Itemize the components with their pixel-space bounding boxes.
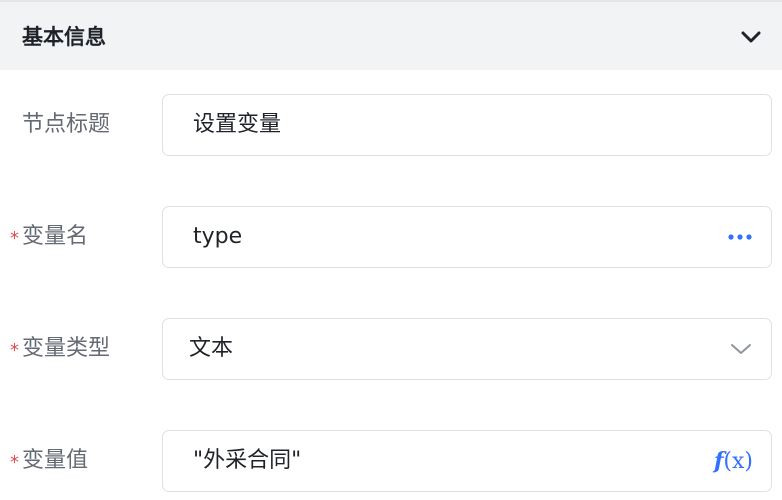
function-icon-label: f(x) [713,447,753,474]
section-title: 基本信息 [22,25,106,49]
variable-value-row: * 变量值 "外采合同" f(x) [0,430,782,494]
variable-value-text: "外采合同" [193,448,302,473]
chevron-down-icon[interactable] [736,22,766,52]
variable-type-select[interactable]: 文本 [162,318,772,380]
variable-type-value: 文本 [189,336,234,361]
required-mark: * [10,228,19,249]
variable-value-input[interactable]: "外采合同" f(x) [162,430,772,492]
variable-name-input[interactable]: type [162,206,772,268]
variable-type-label: 变量类型 [22,336,111,361]
variable-value-label: 变量值 [22,448,89,473]
node-title-label: 节点标题 [22,112,111,137]
variable-type-row: * 变量类型 文本 [0,318,782,382]
basic-info-panel: 基本信息 节点标题 设置变量 * 变量名 type * 变量类型 文本 * 变量… [0,0,782,500]
node-title-row: 节点标题 设置变量 [0,94,782,158]
variable-name-label: 变量名 [22,224,89,249]
section-header[interactable]: 基本信息 [0,0,782,70]
function-icon[interactable]: f(x) [714,445,753,477]
variable-name-row: * 变量名 type [0,206,782,270]
required-mark: * [10,452,19,473]
more-icon[interactable] [727,221,753,253]
node-title-input[interactable]: 设置变量 [162,94,772,156]
node-title-value: 设置变量 [193,112,282,137]
required-mark: * [10,340,19,361]
variable-name-value: type [193,224,243,249]
chevron-down-icon[interactable] [729,333,753,365]
